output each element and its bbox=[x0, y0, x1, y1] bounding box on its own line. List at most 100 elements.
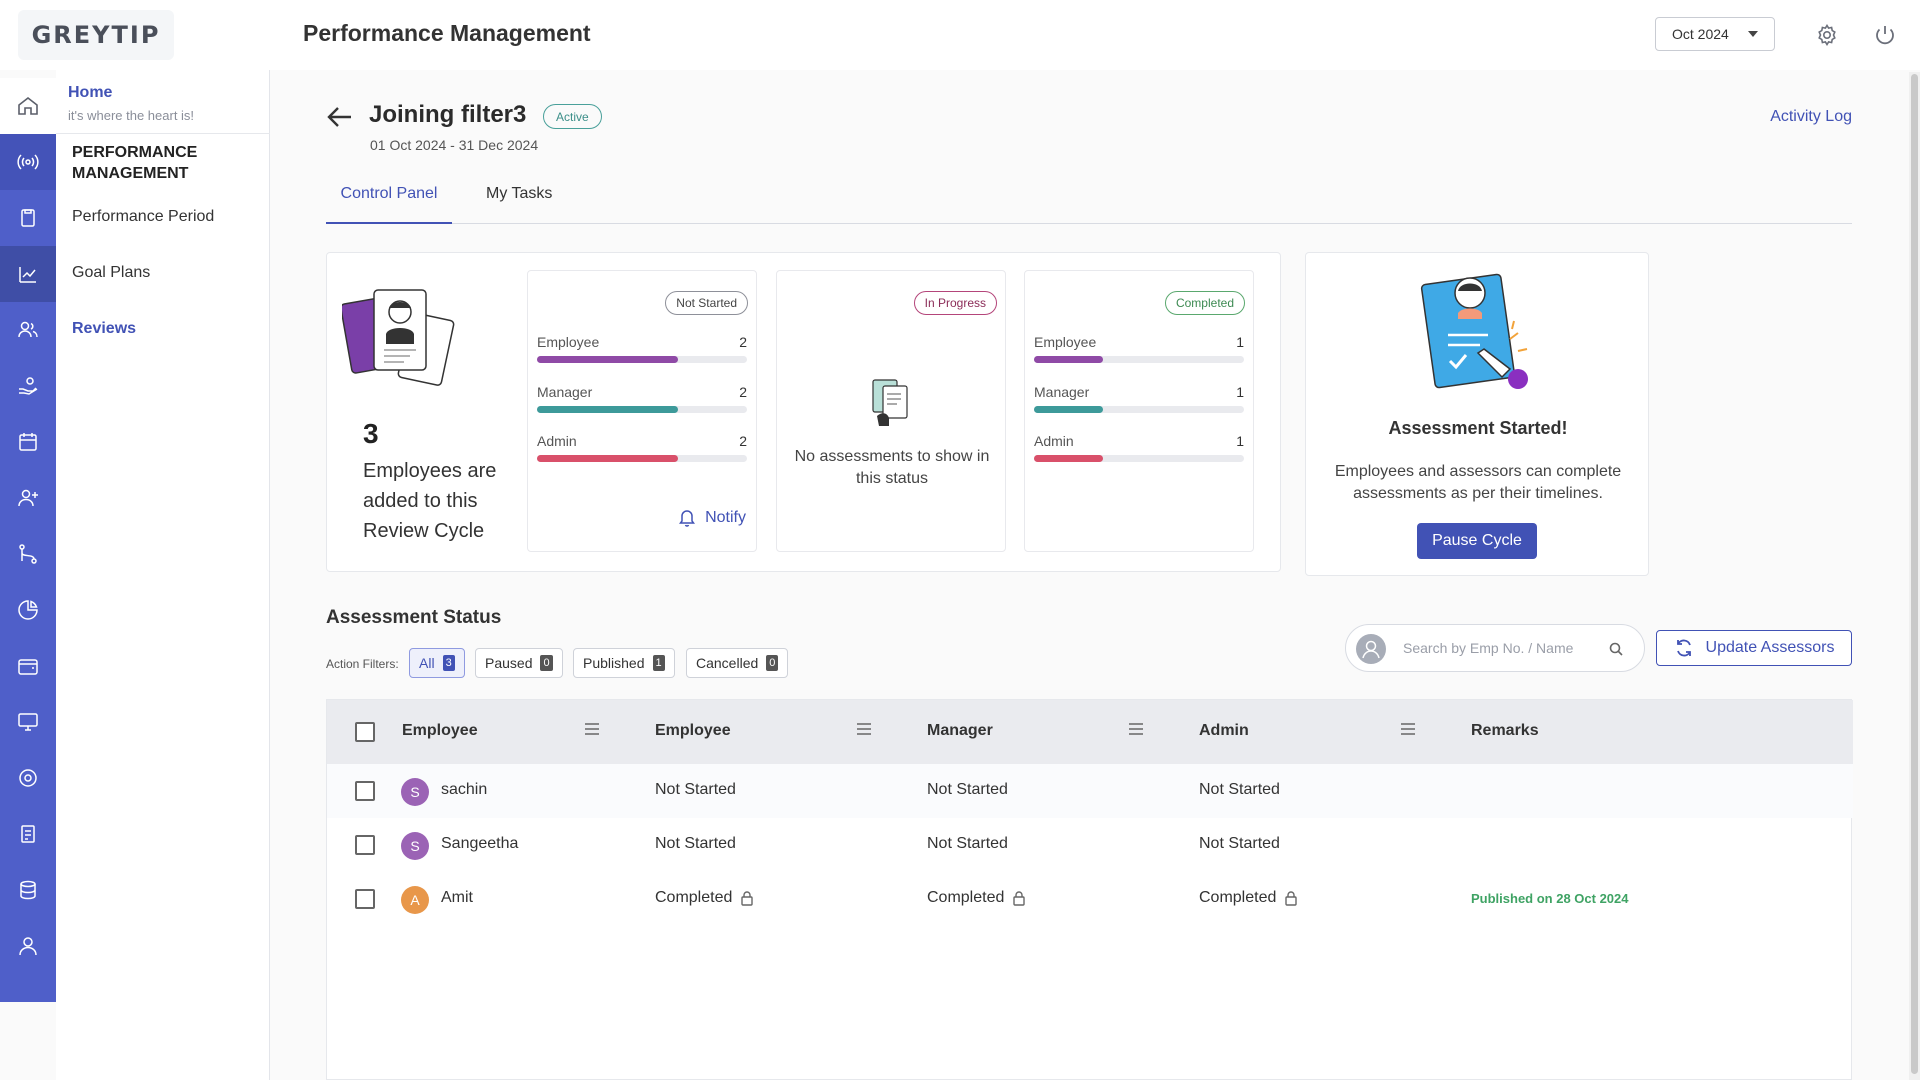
period-value: Oct 2024 bbox=[1672, 26, 1729, 42]
filter-label: Published bbox=[583, 655, 645, 671]
not-started-card: Not Started Employee 2 Manager 2 Admin 2… bbox=[527, 270, 757, 552]
activity-log-link[interactable]: Activity Log bbox=[1770, 108, 1852, 126]
progress-track bbox=[1034, 356, 1244, 363]
clipboard-icon[interactable] bbox=[0, 190, 56, 246]
search-icon[interactable] bbox=[1608, 641, 1624, 657]
stat-row-employee: Employee 1 bbox=[1034, 334, 1244, 363]
admin-status-cell: Completed bbox=[1199, 889, 1298, 907]
in-progress-badge: In Progress bbox=[913, 291, 997, 315]
filter-chip-all[interactable]: All 3 bbox=[409, 648, 465, 678]
stat-value: 1 bbox=[1236, 384, 1244, 400]
nav-home-subtitle: it's where the heart is! bbox=[68, 108, 195, 123]
filter-count: 1 bbox=[652, 655, 665, 671]
nav-home-title: Home bbox=[68, 84, 113, 101]
employee-name[interactable]: Sangeetha bbox=[441, 835, 518, 853]
gear-icon[interactable] bbox=[0, 750, 56, 806]
table-row[interactable]: S Sangeetha Not Started Not Started Not … bbox=[327, 818, 1853, 872]
page-scrollbar[interactable] bbox=[1909, 72, 1920, 1080]
profile-icon[interactable] bbox=[0, 918, 56, 974]
column-menu-icon[interactable] bbox=[1400, 722, 1416, 736]
notify-button[interactable]: Notify bbox=[679, 509, 746, 527]
side-nav: Home it's where the heart is! PERFORMANC… bbox=[56, 70, 270, 1080]
filter-count: 0 bbox=[540, 655, 553, 671]
filter-chip-published[interactable]: Published 1 bbox=[573, 648, 675, 678]
table-row[interactable]: S sachin Not Started Not Started Not Sta… bbox=[327, 764, 1853, 818]
page-title: Joining filter3 bbox=[369, 101, 527, 128]
stat-value: 1 bbox=[1236, 433, 1244, 449]
home-icon[interactable] bbox=[0, 78, 56, 134]
sidebar-item-reviews[interactable]: Reviews bbox=[72, 320, 136, 338]
published-remark: Published on 28 Oct 2024 bbox=[1471, 891, 1629, 906]
progress-fill bbox=[1034, 356, 1104, 363]
tab-control-panel[interactable]: Control Panel bbox=[326, 182, 452, 224]
employee-status-cell: Completed bbox=[655, 889, 754, 907]
calendar-icon[interactable] bbox=[0, 414, 56, 470]
column-menu-icon[interactable] bbox=[584, 722, 600, 736]
stat-row-manager: Manager 1 bbox=[1034, 384, 1244, 413]
employee-name[interactable]: Amit bbox=[441, 889, 473, 907]
broadcast-icon[interactable] bbox=[0, 134, 56, 190]
greytip-logo[interactable]: GREYTIP bbox=[18, 10, 174, 60]
people-icon[interactable] bbox=[0, 302, 56, 358]
filter-label: Cancelled bbox=[696, 655, 759, 671]
pause-cycle-button[interactable]: Pause Cycle bbox=[1417, 523, 1537, 559]
status-badge: Active bbox=[543, 104, 602, 129]
workflow-icon[interactable] bbox=[0, 526, 56, 582]
employee-count: 3 bbox=[363, 418, 379, 449]
scrollbar-thumb[interactable] bbox=[1911, 74, 1918, 1074]
admin-status: Completed bbox=[1199, 889, 1277, 906]
avatar: S bbox=[401, 832, 429, 860]
tab-my-tasks[interactable]: My Tasks bbox=[486, 182, 552, 224]
column-header-admin[interactable]: Admin bbox=[1199, 722, 1249, 740]
sidebar-item-goal-plans[interactable]: Goal Plans bbox=[72, 264, 150, 282]
employee-search bbox=[1345, 624, 1645, 672]
row-checkbox[interactable] bbox=[355, 781, 375, 801]
column-header-remarks[interactable]: Remarks bbox=[1471, 722, 1539, 740]
row-checkbox[interactable] bbox=[355, 889, 375, 909]
update-assessors-button[interactable]: Update Assessors bbox=[1656, 630, 1852, 666]
stat-row-admin: Admin 2 bbox=[537, 433, 747, 462]
add-user-icon[interactable] bbox=[0, 470, 56, 526]
progress-track bbox=[1034, 455, 1244, 462]
in-progress-card: In Progress No assessments to show in th… bbox=[776, 270, 1006, 552]
hand-coin-icon[interactable] bbox=[0, 358, 56, 414]
period-select[interactable]: Oct 2024 bbox=[1655, 17, 1775, 51]
row-checkbox[interactable] bbox=[355, 835, 375, 855]
admin-status: Not Started bbox=[1199, 781, 1280, 798]
action-filters-label: Action Filters: bbox=[326, 657, 399, 671]
performance-chart-icon[interactable] bbox=[0, 246, 56, 302]
lock-icon bbox=[1285, 891, 1298, 906]
bell-icon bbox=[679, 510, 696, 527]
filter-label: All bbox=[419, 655, 435, 671]
pie-chart-icon[interactable] bbox=[0, 582, 56, 638]
stat-label: Employee bbox=[537, 334, 600, 350]
database-icon[interactable] bbox=[0, 862, 56, 918]
filter-chip-paused[interactable]: Paused 0 bbox=[475, 648, 563, 678]
column-menu-icon[interactable] bbox=[1128, 722, 1144, 736]
stat-label: Admin bbox=[1034, 433, 1074, 449]
search-input[interactable] bbox=[1403, 637, 1593, 659]
table-row[interactable]: A Amit Completed Completed Completed Pub… bbox=[327, 872, 1853, 926]
manager-status-cell: Completed bbox=[927, 889, 1026, 907]
stat-label: Manager bbox=[537, 384, 593, 400]
sidebar-item-performance-period[interactable]: Performance Period bbox=[72, 208, 214, 226]
settings-gear-icon[interactable] bbox=[1812, 20, 1842, 50]
employee-name[interactable]: sachin bbox=[441, 781, 487, 799]
stat-label: Manager bbox=[1034, 384, 1090, 400]
table-header: Employee Employee Manager Admin Remarks bbox=[327, 700, 1853, 764]
back-arrow-icon[interactable] bbox=[325, 104, 355, 130]
filter-chip-cancelled[interactable]: Cancelled 0 bbox=[686, 648, 789, 678]
select-all-checkbox[interactable] bbox=[355, 722, 375, 742]
column-header-employee-status[interactable]: Employee bbox=[655, 722, 731, 740]
stat-label: Admin bbox=[537, 433, 577, 449]
column-menu-icon[interactable] bbox=[856, 722, 872, 736]
power-icon[interactable] bbox=[1870, 20, 1900, 50]
tab-bar: Control Panel My Tasks bbox=[326, 182, 1852, 224]
column-header-employee-name[interactable]: Employee bbox=[402, 722, 478, 740]
wallet-icon[interactable] bbox=[0, 638, 56, 694]
column-header-manager[interactable]: Manager bbox=[927, 722, 993, 740]
nav-home[interactable]: Home it's where the heart is! bbox=[68, 84, 194, 123]
monitor-icon[interactable] bbox=[0, 694, 56, 750]
employee-count-description: Employees are added to this Review Cycle bbox=[363, 460, 497, 542]
report-icon[interactable] bbox=[0, 806, 56, 862]
